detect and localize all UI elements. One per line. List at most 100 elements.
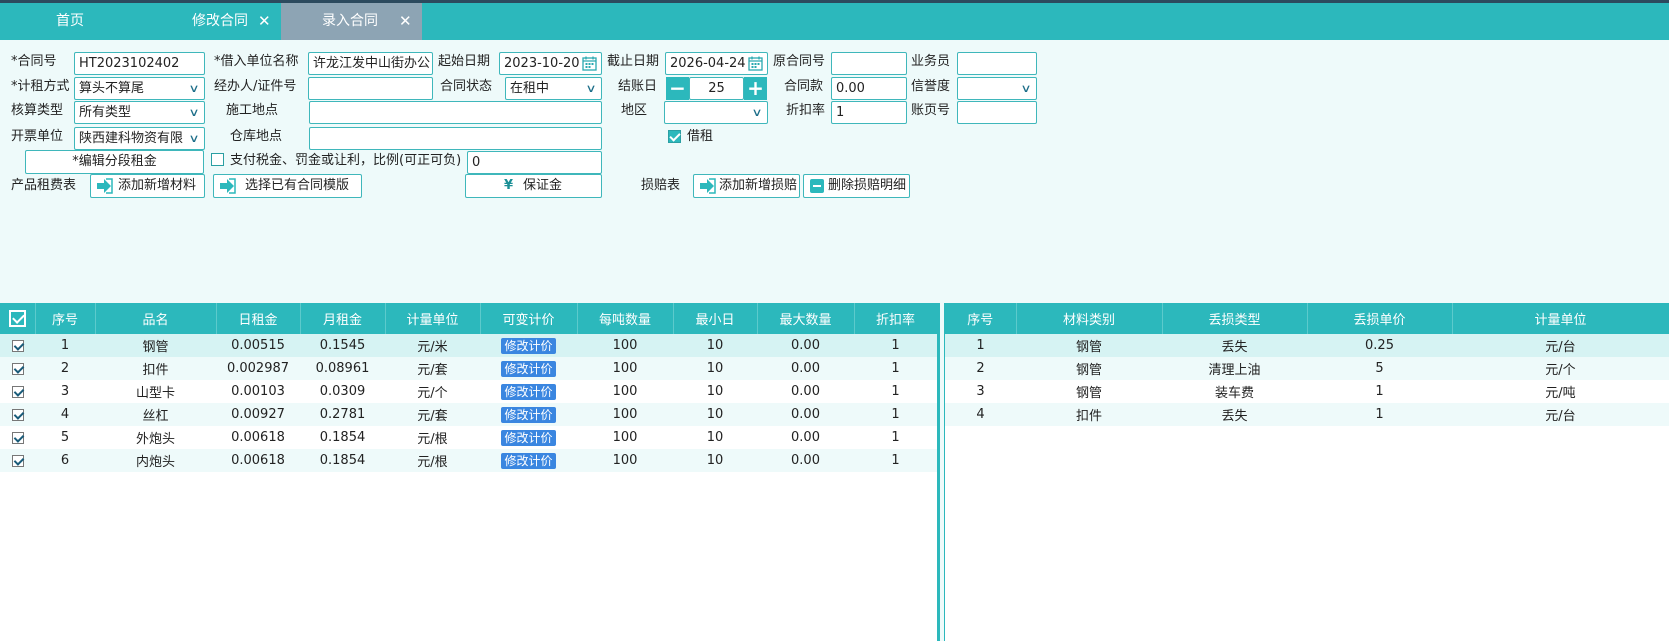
cell-max-qty: 0.00: [757, 403, 854, 426]
site-field[interactable]: [309, 101, 602, 124]
select-template-button[interactable]: 选择已有合同模版: [213, 174, 362, 198]
billing-day-label: 结账日: [618, 79, 658, 94]
cell-no: 1: [35, 334, 95, 357]
agent-field[interactable]: [308, 77, 433, 100]
column-header[interactable]: 丢损单价: [1307, 303, 1453, 334]
tab-enter-contract[interactable]: 录入合同 ✕: [281, 3, 422, 40]
cell-max-qty: 0.00: [757, 426, 854, 449]
table-row[interactable]: 5 外炮头 0.00618 0.1854 元/根 修改计价 100 10 0.0…: [0, 426, 937, 449]
column-header[interactable]: 最大数量: [757, 303, 855, 334]
edit-pricing-button[interactable]: 修改计价: [501, 452, 556, 469]
column-header[interactable]: 每吨数量: [577, 303, 674, 334]
cell-type: 装车费: [1162, 380, 1307, 403]
table-row[interactable]: 3 山型卡 0.00103 0.0309 元/个 修改计价 100 10 0.0…: [0, 380, 937, 403]
page-no-field[interactable]: [957, 101, 1037, 124]
tax-checkbox[interactable]: [211, 153, 224, 166]
cell-max-qty: 0.00: [757, 449, 854, 472]
amount-field[interactable]: 0.00: [831, 77, 907, 100]
table-row[interactable]: 1 钢管 丢失 0.25 元/台: [945, 334, 1669, 357]
row-checkbox[interactable]: [11, 454, 24, 467]
orig-no-field[interactable]: [831, 52, 907, 75]
minus-square-icon: [810, 179, 824, 193]
tax-value-field[interactable]: 0: [467, 151, 602, 174]
borrow-rent-checkbox[interactable]: [668, 130, 681, 143]
column-header[interactable]: 月租金: [300, 303, 386, 334]
deposit-button[interactable]: ¥ 保证金: [465, 174, 602, 198]
borrower-field[interactable]: 许龙江发中山街办公: [308, 52, 433, 75]
close-icon[interactable]: ✕: [258, 3, 271, 40]
column-header[interactable]: 计量单位: [385, 303, 481, 334]
status-select[interactable]: 在租中 ∨: [505, 77, 602, 100]
cell-per-ton: 100: [577, 380, 673, 403]
row-checkbox[interactable]: [11, 431, 24, 444]
column-header[interactable]: 计量单位: [1452, 303, 1669, 334]
row-checkbox[interactable]: [11, 408, 24, 421]
table-row[interactable]: 2 钢管 清理上油 5 元/个: [945, 357, 1669, 380]
cell-name: 山型卡: [95, 380, 216, 403]
checkbox-icon[interactable]: [8, 310, 26, 327]
region-select[interactable]: ∨: [664, 101, 768, 124]
tab-home[interactable]: 首页: [0, 3, 140, 40]
tab-edit-contract[interactable]: 修改合同 ✕: [140, 3, 281, 40]
edit-segment-rent-button[interactable]: *编辑分段租金: [25, 150, 204, 174]
delete-damage-button[interactable]: 删除损赔明细: [803, 174, 910, 198]
warehouse-field[interactable]: [309, 127, 602, 150]
calendar-icon[interactable]: [582, 56, 597, 71]
row-checkbox[interactable]: [11, 362, 24, 375]
table-row[interactable]: 6 内炮头 0.00618 0.1854 元/根 修改计价 100 10 0.0…: [0, 449, 937, 472]
column-header[interactable]: 折扣率: [854, 303, 938, 334]
edit-pricing-button[interactable]: 修改计价: [501, 429, 556, 446]
calendar-icon[interactable]: [748, 56, 763, 71]
chevron-down-icon: ∨: [188, 132, 200, 145]
table-row[interactable]: 3 钢管 装车费 1 元/吨: [945, 380, 1669, 403]
cell-max-qty: 0.00: [757, 380, 854, 403]
calc-type-value: 所有类型: [79, 105, 132, 120]
edit-pricing-button[interactable]: 修改计价: [501, 383, 556, 400]
salesman-field[interactable]: [957, 52, 1037, 75]
edit-pricing-button[interactable]: 修改计价: [501, 337, 556, 354]
start-date-field[interactable]: 2023-10-20: [499, 52, 602, 75]
cell-per-ton: 100: [577, 357, 673, 380]
add-damage-label: 添加新增损赔: [719, 178, 798, 193]
edit-pricing-button[interactable]: 修改计价: [501, 406, 556, 423]
credit-select[interactable]: ∨: [957, 77, 1037, 100]
cell-min-day: 10: [673, 357, 757, 380]
column-header[interactable]: 序号: [35, 303, 96, 334]
row-checkbox[interactable]: [11, 385, 24, 398]
salesman-label: 业务员: [911, 54, 951, 69]
cell-name: 丝杠: [95, 403, 216, 426]
end-date-field[interactable]: 2026-04-24: [665, 52, 768, 75]
plus-button[interactable]: +: [744, 77, 767, 100]
table-row[interactable]: 4 扣件 丢失 1 元/台: [945, 403, 1669, 426]
contract-no-field[interactable]: HT2023102402: [74, 52, 205, 75]
column-header[interactable]: 日租金: [216, 303, 301, 334]
cell-category: 钢管: [1016, 380, 1162, 403]
cell-type: 丢失: [1162, 403, 1307, 426]
add-material-button[interactable]: 添加新增材料: [90, 174, 205, 198]
cell-price: 1: [1307, 380, 1452, 403]
table-row[interactable]: 1 钢管 0.00515 0.1545 元/米 修改计价 100 10 0.00…: [0, 334, 937, 357]
cell-unit: 元/套: [385, 357, 480, 380]
column-header[interactable]: 品名: [95, 303, 217, 334]
import-icon: [700, 178, 716, 194]
calc-type-select[interactable]: 所有类型 ∨: [74, 101, 205, 124]
calc-type-label: 核算类型: [11, 103, 64, 118]
invoice-select[interactable]: 陕西建科物资有限 ∨: [74, 127, 205, 150]
close-icon[interactable]: ✕: [399, 3, 412, 40]
table-row[interactable]: 2 扣件 0.002987 0.08961 元/套 修改计价 100 10 0.…: [0, 357, 937, 380]
column-header[interactable]: 最小日: [673, 303, 758, 334]
table-row[interactable]: 4 丝杠 0.00927 0.2781 元/套 修改计价 100 10 0.00…: [0, 403, 937, 426]
select-all-header[interactable]: [0, 303, 36, 334]
row-checkbox[interactable]: [11, 339, 24, 352]
column-header[interactable]: 序号: [945, 303, 1017, 334]
edit-pricing-button[interactable]: 修改计价: [501, 360, 556, 377]
rent-method-select[interactable]: 算头不算尾 ∨: [74, 77, 205, 100]
column-header[interactable]: 丢损类型: [1162, 303, 1308, 334]
column-header[interactable]: 材料类别: [1016, 303, 1163, 334]
add-damage-button[interactable]: 添加新增损赔: [693, 174, 800, 198]
column-header[interactable]: 可变计价: [480, 303, 578, 334]
cell-no: 3: [945, 380, 1016, 403]
discount-field[interactable]: 1: [831, 101, 907, 124]
minus-button[interactable]: −: [666, 77, 689, 100]
billing-day-field[interactable]: 25: [689, 77, 744, 100]
